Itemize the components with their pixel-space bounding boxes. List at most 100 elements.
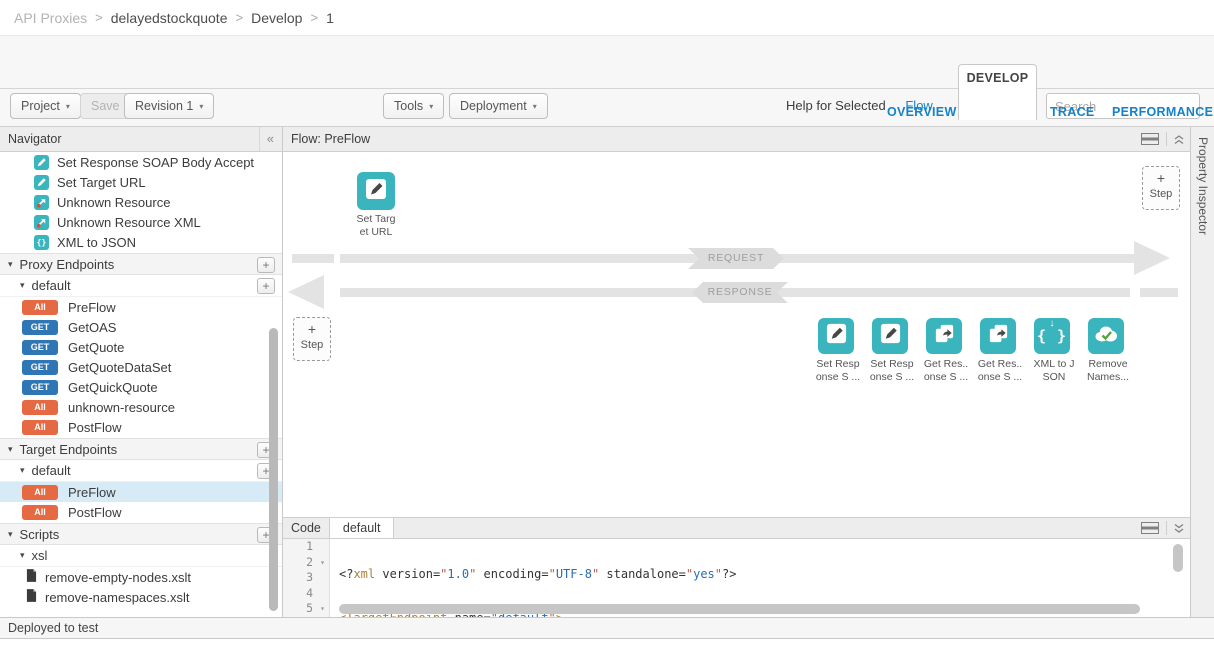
section-title: Proxy Endpoints xyxy=(20,257,115,272)
fold-caret-icon[interactable]: ▾ xyxy=(320,601,325,617)
raise-fault-policy-icon xyxy=(34,195,49,210)
request-label-ribbon: REQUEST xyxy=(688,248,784,269)
flow-item-postflow[interactable]: All PostFlow xyxy=(0,417,282,437)
flow-item-unknown-resource[interactable]: All unknown-resource xyxy=(0,397,282,417)
code-gutter: 1 2▾ 3 4 5▾ xyxy=(283,539,330,617)
breadcrumb-separator: > xyxy=(236,10,244,25)
property-inspector-strip[interactable]: Property Inspector xyxy=(1190,127,1214,617)
scrollbar-thumb[interactable] xyxy=(269,328,278,611)
flow-item-target-preflow-selected[interactable]: All PreFlow xyxy=(0,482,282,502)
tab-overview[interactable]: OVERVIEW xyxy=(887,105,957,119)
flow-item-getquotedataset[interactable]: GET GetQuoteDataSet xyxy=(0,357,282,377)
tab-develop[interactable]: DEVELOP xyxy=(958,64,1037,120)
request-flow-bar-stub xyxy=(292,254,334,263)
save-button[interactable]: Save xyxy=(80,93,131,119)
collapse-up-double-chevron-icon[interactable] xyxy=(1174,134,1184,145)
edit-policy-icon xyxy=(879,322,902,350)
flow-step-set-response-1[interactable] xyxy=(818,318,854,354)
policy-item-set-target-url[interactable]: Set Target URL xyxy=(0,172,282,192)
flow-step-remove-namespaces[interactable] xyxy=(1088,318,1124,354)
tools-menu-button[interactable]: Tools▾ xyxy=(383,93,444,119)
section-scripts[interactable]: ▾ Scripts + xyxy=(0,523,282,545)
section-target-endpoints[interactable]: ▾ Target Endpoints + xyxy=(0,438,282,460)
flow-item-getoas[interactable]: GET GetOAS xyxy=(0,317,282,337)
breadcrumb-proxy-name[interactable]: delayedstockquote xyxy=(111,10,228,26)
add-step-button-request[interactable]: + Step xyxy=(1142,166,1180,210)
method-badge: All xyxy=(22,420,58,435)
add-step-button-response[interactable]: + Step xyxy=(293,317,331,361)
split-pane-icon[interactable] xyxy=(1141,133,1159,145)
flow-step-label: Get Res..onse S ... xyxy=(916,358,976,384)
breadcrumb-api-proxies[interactable]: API Proxies xyxy=(14,10,87,26)
revision-menu-button[interactable]: Revision 1▾ xyxy=(124,93,214,119)
edit-policy-icon xyxy=(34,175,49,190)
scripts-group-xsl[interactable]: ▾ xsl xyxy=(0,545,282,567)
method-badge: GET xyxy=(22,340,58,355)
section-title: Scripts xyxy=(20,527,60,542)
code-editor[interactable]: 1 2▾ 3 4 5▾ <?xml version="1.0" encoding… xyxy=(283,539,1190,617)
flow-step-get-response-2[interactable] xyxy=(980,318,1016,354)
code-horizontal-scrollbar-thumb[interactable] xyxy=(339,604,1140,614)
caret-down-icon: ▾ xyxy=(8,259,13,270)
policy-label: Unknown Resource XML xyxy=(57,215,201,230)
code-vertical-scrollbar-thumb[interactable] xyxy=(1173,544,1183,572)
deployment-menu-button[interactable]: Deployment▾ xyxy=(449,93,548,119)
navigator-header: Navigator « xyxy=(0,127,282,152)
method-badge: GET xyxy=(22,380,58,395)
collapse-left-icon[interactable]: « xyxy=(259,127,274,151)
flow-step-label: Set Response S ... xyxy=(808,358,868,384)
flow-title: Flow: PreFlow xyxy=(291,132,370,146)
plus-icon: + xyxy=(1143,171,1179,185)
method-badge: GET xyxy=(22,360,58,375)
policy-item-set-response-soap-body-accept[interactable]: Set Response SOAP Body Accept xyxy=(0,152,282,172)
policy-item-unknown-resource[interactable]: Unknown Resource xyxy=(0,192,282,212)
proxy-endpoint-default[interactable]: ▾ default + xyxy=(0,275,282,297)
flow-step-label: Set Response S ... xyxy=(862,358,922,384)
collapse-down-double-chevron-icon[interactable] xyxy=(1174,523,1184,534)
help-for-selected-label: Help for Selected xyxy=(786,98,886,113)
tab-performance[interactable]: PERFORMANCE xyxy=(1112,105,1213,119)
flow-step-label: Set Targ et URL xyxy=(346,213,406,239)
script-file-remove-namespaces[interactable]: remove-namespaces.xslt xyxy=(0,587,282,607)
method-badge: All xyxy=(22,300,58,315)
split-pane-icon[interactable] xyxy=(1141,522,1159,534)
project-menu-button[interactable]: Project▾ xyxy=(10,93,81,119)
code-tab-default[interactable]: default xyxy=(329,518,395,538)
target-endpoint-default[interactable]: ▾ default + xyxy=(0,460,282,482)
flow-canvas[interactable]: + Step Set Targ et URL REQUEST xyxy=(283,152,1190,516)
breadcrumb-develop[interactable]: Develop xyxy=(251,10,302,26)
caret-down-icon: ▾ xyxy=(20,550,25,561)
navigator-scrollbar[interactable] xyxy=(268,153,280,615)
xml-to-json-policy-icon: { } xyxy=(1037,327,1067,345)
policy-item-xml-to-json[interactable]: {} XML to JSON xyxy=(0,232,282,252)
tab-trace[interactable]: TRACE xyxy=(1050,105,1095,119)
file-icon xyxy=(26,589,37,605)
flow-step-get-response-1[interactable] xyxy=(926,318,962,354)
section-proxy-endpoints[interactable]: ▾ Proxy Endpoints + xyxy=(0,253,282,275)
flow-item-target-postflow[interactable]: All PostFlow xyxy=(0,502,282,522)
policy-item-unknown-resource-xml[interactable]: Unknown Resource XML xyxy=(0,212,282,232)
plus-icon: + xyxy=(294,322,330,336)
raise-fault-policy-icon xyxy=(34,215,49,230)
header: OVERVIEW DEVELOP TRACE PERFORMANCE Proje… xyxy=(0,36,1214,127)
flow-item-preflow[interactable]: All PreFlow xyxy=(0,297,282,317)
flow-step-set-response-2[interactable] xyxy=(872,318,908,354)
response-label-ribbon: RESPONSE xyxy=(692,282,788,303)
endpoint-name: default xyxy=(32,463,71,478)
code-line-1: <?xml version="1.0" encoding="UTF-8" sta… xyxy=(330,567,1166,583)
flow-step-xml-to-json[interactable]: ↓ { } xyxy=(1034,318,1070,354)
navigator-title: Navigator xyxy=(8,132,62,146)
edit-policy-icon xyxy=(825,322,848,350)
flow-item-getquickquote[interactable]: GET GetQuickQuote xyxy=(0,377,282,397)
method-badge: All xyxy=(22,505,58,520)
script-file-remove-empty-nodes[interactable]: remove-empty-nodes.xslt xyxy=(0,567,282,587)
section-title: Target Endpoints xyxy=(20,442,118,457)
fold-caret-icon[interactable]: ▾ xyxy=(320,555,325,571)
script-policy-icon xyxy=(933,322,956,350)
navigator-body: Set Response SOAP Body Accept Set Target… xyxy=(0,152,282,616)
flow-panel-header: Flow: PreFlow xyxy=(283,127,1190,152)
endpoint-name: default xyxy=(32,278,71,293)
flow-item-getquote[interactable]: GET GetQuote xyxy=(0,337,282,357)
flow-step-set-target-url[interactable] xyxy=(357,172,395,210)
breadcrumb-revision[interactable]: 1 xyxy=(326,10,334,26)
